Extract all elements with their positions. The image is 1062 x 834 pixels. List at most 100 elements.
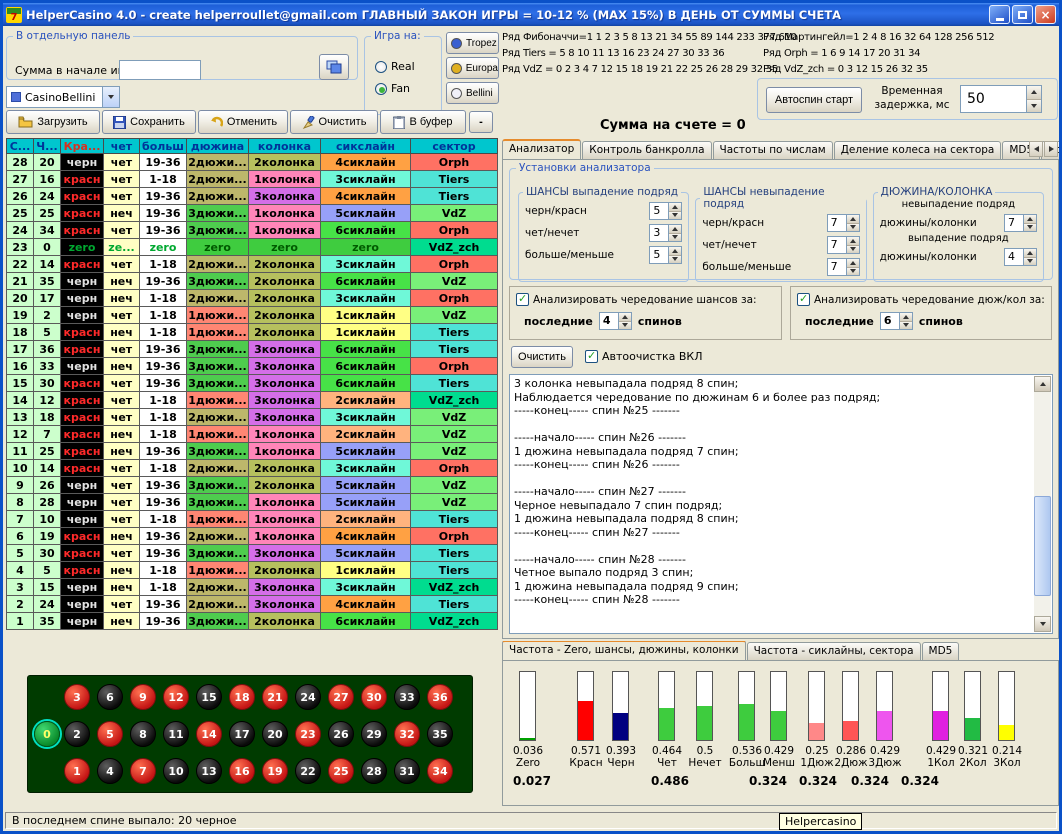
undo-button[interactable]: Отменить bbox=[198, 110, 288, 134]
analyzer-spin-2-1-down-button[interactable] bbox=[1024, 257, 1036, 266]
board-number-2[interactable]: 2 bbox=[64, 721, 90, 747]
history-row[interactable]: 185красннеч1-181дюжи...2колонка1сиклайнT… bbox=[7, 324, 498, 341]
board-number-5[interactable]: 5 bbox=[97, 721, 123, 747]
board-number-20[interactable]: 20 bbox=[262, 721, 288, 747]
delay-input[interactable]: 50 bbox=[960, 85, 1042, 113]
board-number-12[interactable]: 12 bbox=[163, 684, 189, 710]
history-row[interactable]: 619красннеч19-362дюжи...1колонка4сиклайн… bbox=[7, 528, 498, 545]
history-row[interactable]: 127красннеч1-181дюжи...1колонка2сиклайнV… bbox=[7, 426, 498, 443]
chevron-down-icon[interactable] bbox=[102, 87, 119, 107]
analyzer-spin-1-2-down-button[interactable] bbox=[847, 267, 859, 276]
autoclear-checkbox[interactable] bbox=[585, 350, 598, 363]
history-row[interactable]: 1633черннеч19-363дюжи...3колонка6сиклайн… bbox=[7, 358, 498, 375]
analyzer-spin-1-1[interactable]: 7 bbox=[827, 236, 860, 254]
board-number-18[interactable]: 18 bbox=[229, 684, 255, 710]
log-scrollbar[interactable] bbox=[1034, 376, 1051, 632]
detach-panel-button[interactable] bbox=[319, 54, 349, 80]
board-number-0[interactable]: 0 bbox=[34, 721, 60, 747]
analyzer-spin-0-0-down-button[interactable] bbox=[669, 211, 681, 220]
board-number-16[interactable]: 16 bbox=[229, 758, 255, 784]
history-row[interactable]: 2135черннеч19-363дюжи...2колонка6сиклайн… bbox=[7, 273, 498, 290]
autospin-start-button[interactable]: Автоспин старт bbox=[766, 87, 862, 113]
analyzer-spin-1-1-down-button[interactable] bbox=[847, 245, 859, 254]
clear-log-button[interactable]: Очистить bbox=[511, 346, 573, 368]
board-number-11[interactable]: 11 bbox=[163, 721, 189, 747]
board-number-30[interactable]: 30 bbox=[361, 684, 387, 710]
tropez-button[interactable]: Tropez bbox=[446, 32, 499, 54]
analyzer-spin-0-0[interactable]: 5 bbox=[649, 202, 682, 220]
board-number-35[interactable]: 35 bbox=[427, 721, 453, 747]
history-row[interactable]: 2214краснчет1-182дюжи...2колонка3сиклайн… bbox=[7, 256, 498, 273]
board-number-34[interactable]: 34 bbox=[427, 758, 453, 784]
history-row[interactable]: 710чернчет1-181дюжи...1колонка2сиклайнTi… bbox=[7, 511, 498, 528]
autoclear-checkbox-row[interactable]: Автоочистка ВКЛ bbox=[585, 350, 703, 363]
history-row[interactable]: 192чернчет1-181дюжи...2колонка1сиклайнVd… bbox=[7, 307, 498, 324]
history-row[interactable]: 224чернчет19-362дюжи...3колонка4сиклайнT… bbox=[7, 596, 498, 613]
board-number-36[interactable]: 36 bbox=[427, 684, 453, 710]
analyzer-spin-2-0-up-button[interactable] bbox=[1024, 215, 1036, 223]
history-row[interactable]: 2525красннеч19-363дюжи...1колонка5сиклай… bbox=[7, 205, 498, 222]
minimize-button[interactable] bbox=[989, 5, 1010, 24]
history-row[interactable]: 1736краснчет19-363дюжи...3колонка6сиклай… bbox=[7, 341, 498, 358]
analyzer-spin-0-1-down-button[interactable] bbox=[669, 233, 681, 242]
tab-scroll-right-button[interactable] bbox=[1044, 141, 1058, 157]
history-row[interactable]: 1412краснчет1-181дюжи...3колонка2сиклайн… bbox=[7, 392, 498, 409]
analyzer-spin-2-1-up-button[interactable] bbox=[1024, 249, 1036, 257]
radio-fan[interactable]: Fan bbox=[375, 82, 410, 95]
alt-dozens-spin[interactable]: 6 bbox=[880, 312, 913, 330]
history-header-cell[interactable]: чет bbox=[104, 139, 140, 154]
analyzer-spin-0-1-up-button[interactable] bbox=[669, 225, 681, 233]
history-row[interactable]: 1318краснчет1-182дюжи...3колонка3сиклайн… bbox=[7, 409, 498, 426]
board-number-8[interactable]: 8 bbox=[130, 721, 156, 747]
analyzer-spin-1-2-up-button[interactable] bbox=[847, 259, 859, 267]
history-row[interactable]: 2017черннеч1-182дюжи...2колонка3сиклайнO… bbox=[7, 290, 498, 307]
board-number-3[interactable]: 3 bbox=[64, 684, 90, 710]
tab-wheel-sectors[interactable]: Деление колеса на сектора bbox=[834, 141, 1002, 159]
board-number-26[interactable]: 26 bbox=[328, 721, 354, 747]
tab-analyzer[interactable]: Анализатор bbox=[502, 139, 581, 159]
board-number-28[interactable]: 28 bbox=[361, 758, 387, 784]
tab-freq-md5[interactable]: MD5 bbox=[922, 642, 960, 660]
board-number-7[interactable]: 7 bbox=[130, 758, 156, 784]
history-row[interactable]: 2434краснчет19-363дюжи...1колонка6сиклай… bbox=[7, 222, 498, 239]
tab-scroll-left-button[interactable] bbox=[1029, 141, 1043, 157]
casino-select[interactable]: CasinoBellini bbox=[6, 86, 120, 108]
clear-table-button[interactable]: Очистить bbox=[290, 110, 378, 134]
board-number-13[interactable]: 13 bbox=[196, 758, 222, 784]
radio-real[interactable]: Real bbox=[375, 60, 415, 73]
history-row[interactable]: 1014краснчет1-182дюжи...2колонка3сиклайн… bbox=[7, 460, 498, 477]
to-clipboard-button[interactable]: В буфер bbox=[380, 110, 466, 134]
board-number-14[interactable]: 14 bbox=[196, 721, 222, 747]
history-header-cell[interactable]: Кра... bbox=[61, 139, 104, 154]
bellini-button[interactable]: Bellini bbox=[446, 82, 499, 104]
analyzer-spin-1-0-down-button[interactable] bbox=[847, 223, 859, 232]
board-number-22[interactable]: 22 bbox=[295, 758, 321, 784]
history-header-cell[interactable]: сикслайн bbox=[321, 139, 411, 154]
scroll-down-button[interactable] bbox=[1034, 616, 1051, 632]
board-number-1[interactable]: 1 bbox=[64, 758, 90, 784]
board-number-10[interactable]: 10 bbox=[163, 758, 189, 784]
analyzer-spin-1-2[interactable]: 7 bbox=[827, 258, 860, 276]
analyzer-spin-0-1[interactable]: 3 bbox=[649, 224, 682, 242]
history-header-cell[interactable]: колонка bbox=[249, 139, 321, 154]
board-number-19[interactable]: 19 bbox=[262, 758, 288, 784]
delay-down-button[interactable] bbox=[1027, 99, 1041, 113]
history-header-cell[interactable]: дюжина bbox=[187, 139, 249, 154]
alt-chances-spin[interactable]: 4 bbox=[599, 312, 632, 330]
history-header-cell[interactable]: С... bbox=[7, 139, 34, 154]
analyzer-spin-2-1[interactable]: 4 bbox=[1004, 248, 1037, 266]
scrollbar-thumb[interactable] bbox=[1034, 496, 1051, 596]
board-number-4[interactable]: 4 bbox=[97, 758, 123, 784]
tab-freq-zero-chances[interactable]: Частота - Zero, шансы, дюжины, колонки bbox=[502, 641, 746, 660]
history-row[interactable]: 530краснчет19-363дюжи...3колонка5сиклайн… bbox=[7, 545, 498, 562]
europa-button[interactable]: Europa bbox=[446, 57, 499, 79]
history-row[interactable]: 828чернчет19-363дюжи...1колонка5сиклайнV… bbox=[7, 494, 498, 511]
history-row[interactable]: 135черннеч19-363дюжи...2колонка6сиклайнV… bbox=[7, 613, 498, 630]
analyzer-spin-1-1-up-button[interactable] bbox=[847, 237, 859, 245]
analyzer-spin-2-0[interactable]: 7 bbox=[1004, 214, 1037, 232]
history-header-cell[interactable]: больш bbox=[140, 139, 187, 154]
analysis-log[interactable]: 3 колонка невыпадала подряд 8 спин; Набл… bbox=[509, 374, 1053, 634]
history-row[interactable]: 230zeroze...zerozerozerozeroVdZ_zch bbox=[7, 239, 498, 256]
analyzer-spin-0-2-up-button[interactable] bbox=[669, 247, 681, 255]
collapse-button[interactable]: - bbox=[469, 111, 493, 133]
